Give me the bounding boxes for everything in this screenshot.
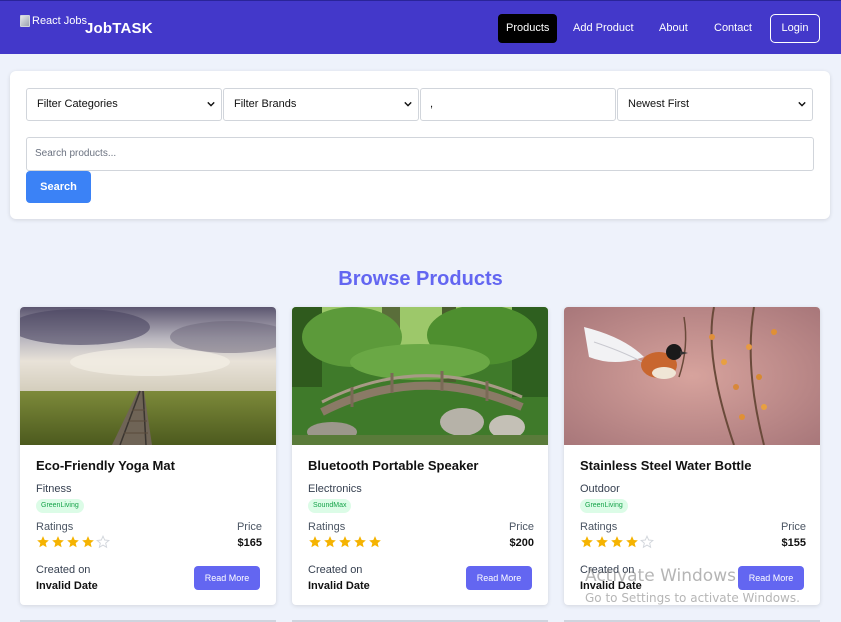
brand-logo[interactable]: React Jobs	[20, 15, 87, 31]
star-filled-icon	[52, 536, 64, 548]
rating-stars	[308, 535, 382, 549]
product-title[interactable]: Eco-Friendly Yoga Mat	[36, 458, 175, 473]
ratings-label: Ratings	[36, 521, 74, 533]
chevron-down-icon	[207, 101, 215, 107]
ratings-label: Ratings	[308, 521, 346, 533]
category-filter-value: Filter Categories	[37, 98, 118, 110]
star-filled-icon	[581, 536, 593, 548]
chevron-down-icon	[798, 101, 806, 107]
star-filled-icon	[354, 536, 366, 548]
product-title[interactable]: Stainless Steel Water Bottle	[580, 458, 751, 473]
product-category: Outdoor	[580, 483, 620, 495]
bird-branch-photo-icon	[564, 307, 820, 445]
brand-badge: GreenLiving	[580, 499, 628, 513]
star-filled-icon	[67, 536, 79, 548]
chevron-down-icon	[404, 101, 412, 107]
sort-select[interactable]: Newest First	[617, 88, 813, 121]
brand-name[interactable]: JobTASK	[85, 20, 153, 37]
nav-link-products[interactable]: Products	[498, 14, 558, 43]
broken-image-icon	[20, 15, 30, 27]
star-filled-icon	[339, 536, 351, 548]
created-date: Invalid Date	[308, 580, 370, 592]
search-button[interactable]: Search	[26, 171, 91, 203]
price-label: Price	[236, 521, 262, 533]
brand-filter-select[interactable]: Filter Brands	[223, 88, 419, 121]
section-title: Browse Products	[338, 268, 503, 290]
top-navbar: React Jobs JobTASK Products Add Product …	[0, 0, 841, 54]
product-title[interactable]: Bluetooth Portable Speaker	[308, 458, 478, 473]
brand-logo-alt-text: React Jobs	[32, 15, 88, 27]
product-category: Fitness	[36, 483, 72, 495]
garden-bridge-photo-icon	[292, 307, 548, 445]
star-empty-icon	[640, 535, 654, 549]
created-date: Invalid Date	[580, 580, 642, 592]
star-filled-icon	[324, 536, 336, 548]
nav-link-about[interactable]: About	[651, 14, 696, 43]
nav-link-add-product[interactable]: Add Product	[565, 14, 642, 43]
brand-badge: SoundMax	[308, 499, 352, 513]
category-filter-select[interactable]: Filter Categories	[26, 88, 222, 121]
product-card: Bluetooth Portable Speaker Electronics S…	[292, 307, 548, 605]
star-filled-icon	[596, 536, 608, 548]
created-date: Invalid Date	[36, 580, 98, 592]
price-label: Price	[780, 521, 806, 533]
rating-stars	[580, 535, 654, 549]
star-filled-icon	[309, 536, 321, 548]
star-empty-icon	[96, 535, 110, 549]
star-filled-icon	[37, 536, 49, 548]
created-label: Created on	[308, 564, 363, 576]
product-price: $165	[237, 537, 262, 549]
product-category: Electronics	[308, 483, 362, 495]
nav-link-contact[interactable]: Contact	[706, 14, 760, 43]
product-price: $155	[781, 537, 806, 549]
read-more-button[interactable]: Read More	[194, 566, 260, 590]
product-price: $200	[509, 537, 534, 549]
created-label: Created on	[580, 564, 635, 576]
read-more-button[interactable]: Read More	[466, 566, 532, 590]
price-label: Price	[508, 521, 534, 533]
brand-badge: GreenLiving	[36, 499, 84, 513]
railway-landscape-photo-icon	[20, 307, 276, 445]
login-button[interactable]: Login	[770, 14, 820, 43]
price-range-input[interactable]: ,	[420, 88, 616, 121]
ratings-label: Ratings	[580, 521, 618, 533]
product-card: Eco-Friendly Yoga Mat Fitness GreenLivin…	[20, 307, 276, 605]
star-filled-icon	[626, 536, 638, 548]
star-filled-icon	[369, 536, 381, 548]
product-card: Stainless Steel Water Bottle Outdoor Gre…	[564, 307, 820, 605]
star-filled-icon	[611, 536, 623, 548]
read-more-button[interactable]: Read More	[738, 566, 804, 590]
search-input[interactable]: Search products...	[26, 137, 814, 171]
star-filled-icon	[82, 536, 94, 548]
sort-value: Newest First	[628, 98, 690, 110]
brand-filter-value: Filter Brands	[234, 98, 297, 110]
filter-panel: Filter Categories Filter Brands , Newest…	[10, 71, 830, 219]
rating-stars	[36, 535, 110, 549]
created-label: Created on	[36, 564, 91, 576]
